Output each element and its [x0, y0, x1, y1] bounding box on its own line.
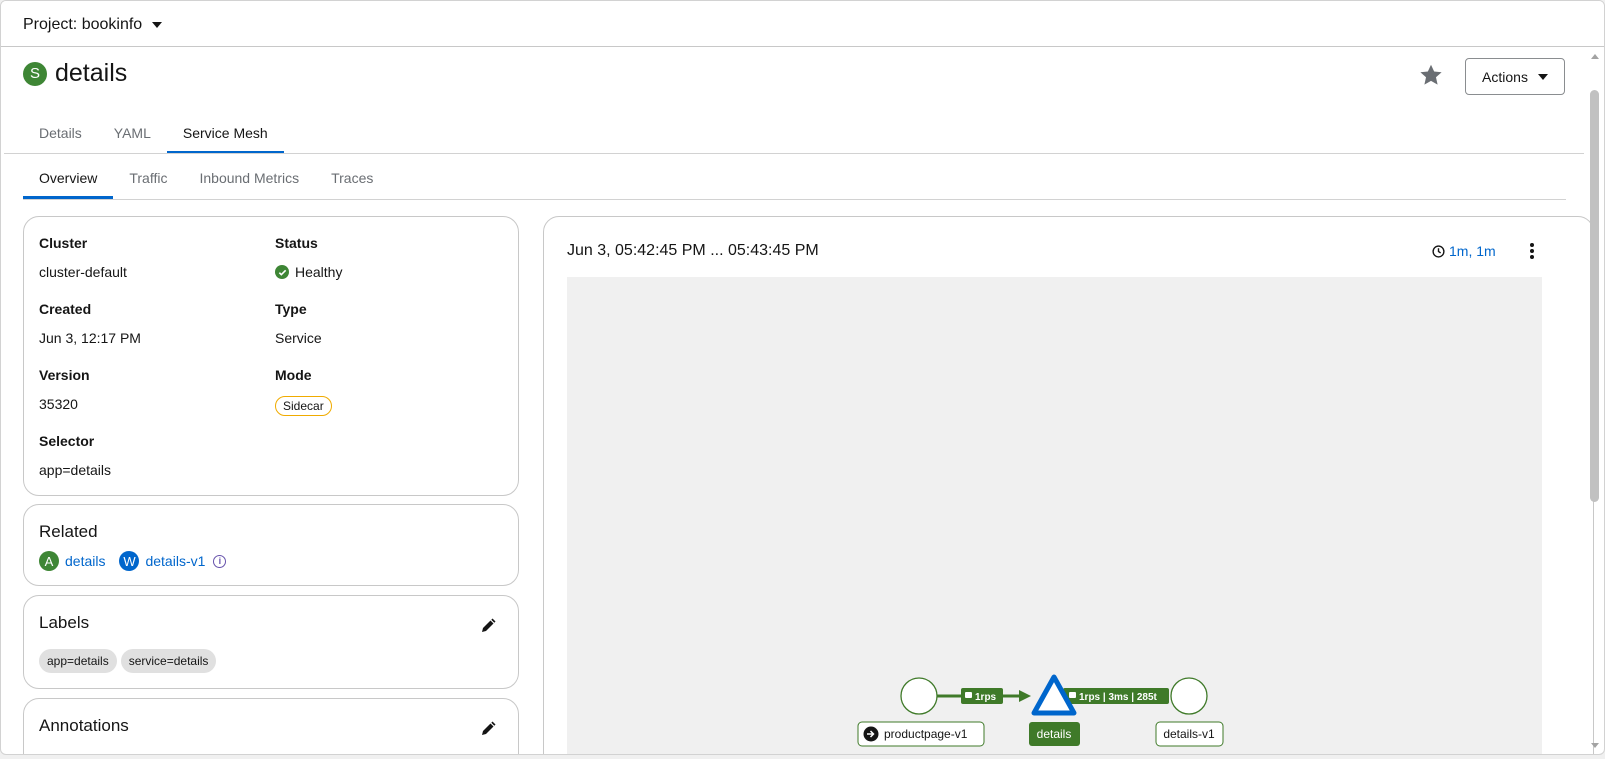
duration-selector[interactable]: 1m, 1m [1432, 243, 1496, 259]
annotations-title: Annotations [39, 716, 129, 735]
productpage-label: productpage-v1 [884, 727, 968, 741]
star-icon[interactable] [1418, 62, 1444, 88]
mode-field: Mode Sidecar [275, 367, 332, 416]
related-workload-link[interactable]: details-v1 [145, 553, 205, 569]
type-label: Type [275, 301, 307, 317]
tab-traces[interactable]: Traces [315, 158, 389, 199]
app-frame: Project: bookinfo S details Actions Deta… [0, 0, 1605, 755]
subtabs-divider [23, 199, 1566, 200]
cluster-label: Cluster [39, 235, 88, 251]
tab-details[interactable]: Details [23, 113, 98, 154]
pencil-icon[interactable] [480, 618, 496, 634]
scroll-up-icon[interactable] [1591, 54, 1599, 59]
tab-inbound-metrics[interactable]: Inbound Metrics [183, 158, 315, 199]
labels-title: Labels [39, 613, 90, 632]
caret-down-icon [152, 22, 163, 28]
project-label: Project: bookinfo [23, 16, 143, 33]
workload-label: details-v1 [1163, 727, 1215, 741]
info-icon[interactable]: i [213, 554, 227, 568]
kebab-menu-icon[interactable] [1523, 241, 1541, 261]
related-card: Related A details W details-v1 i [23, 504, 519, 586]
project-selector[interactable]: Project: bookinfo [23, 16, 163, 34]
tab-yaml[interactable]: YAML [98, 113, 167, 154]
created-label: Created [39, 301, 92, 317]
scroll-thumb[interactable] [1590, 90, 1599, 502]
labels-card: Labels app=details service=details [23, 595, 519, 689]
type-value: Service [275, 330, 322, 346]
workload-node[interactable] [1170, 677, 1208, 715]
mode-badge: Sidecar [275, 396, 332, 416]
selector-value: app=details [39, 462, 112, 478]
traffic-graph-card: Jun 3, 05:42:45 PM ... 05:43:45 PM 1m, 1… [543, 216, 1594, 754]
graph-time-range: Jun 3, 05:42:45 PM ... 05:43:45 PM [567, 242, 819, 259]
version-value: 35320 [39, 396, 78, 412]
mode-label: Mode [275, 367, 312, 383]
related-links: A details W details-v1 i [39, 551, 227, 571]
app-badge: A [39, 551, 59, 571]
service-badge: S [23, 61, 47, 86]
created-value: Jun 3, 12:17 PM [39, 330, 141, 346]
edge-arrowhead [1019, 690, 1031, 702]
created-field: Created Jun 3, 12:17 PM [39, 301, 141, 346]
service-info-card: Cluster cluster-default Status Healthy C… [23, 216, 519, 496]
graph-canvas[interactable]: 1rps 1rps | 3ms | 285t productpage-v1 de… [567, 277, 1542, 754]
duration-value: 1m, 1m [1449, 243, 1496, 259]
selector-label: Selector [39, 433, 95, 449]
mesh-graph: 1rps 1rps | 3ms | 285t productpage-v1 de… [857, 674, 1224, 747]
service-label: details [1037, 727, 1072, 741]
caret-down-icon [1537, 73, 1548, 80]
status-text: Healthy [295, 264, 343, 280]
selector-field: Selector app=details [39, 433, 111, 478]
tab-overview[interactable]: Overview [23, 158, 114, 199]
actions-label: Actions [1482, 68, 1528, 85]
page-title-row: S details [23, 59, 127, 88]
cluster-field: Cluster cluster-default [39, 235, 127, 280]
resource-tabs: Details YAML Service Mesh [23, 113, 284, 154]
edge-out-label: 1rps | 3ms | 285t [1079, 692, 1158, 703]
productpage-node[interactable] [900, 677, 938, 715]
vertical-scrollbar[interactable] [1587, 48, 1604, 754]
type-field: Type Service [275, 301, 322, 346]
actions-button[interactable]: Actions [1465, 58, 1565, 95]
pencil-icon[interactable] [480, 721, 496, 737]
workload-badge: W [119, 551, 140, 571]
tab-service-mesh[interactable]: Service Mesh [166, 113, 284, 154]
project-bar: Project: bookinfo [1, 1, 1604, 47]
cluster-value: cluster-default [39, 264, 127, 280]
status-field: Status Healthy [275, 235, 342, 280]
mesh-subtabs: Overview Traffic Inbound Metrics Traces [23, 158, 389, 199]
related-app-link[interactable]: details [65, 553, 105, 569]
clock-icon [1432, 244, 1445, 258]
tabs-divider [4, 153, 1584, 154]
version-label: Version [39, 367, 90, 383]
label-chip: app=details [39, 649, 117, 673]
lock-icon [965, 692, 972, 698]
lock-icon [1069, 692, 1076, 698]
status-value: Healthy [275, 264, 342, 280]
status-label: Status [275, 235, 318, 251]
check-circle-icon [275, 265, 289, 279]
version-field: Version 35320 [39, 367, 90, 412]
related-title: Related [39, 522, 98, 541]
tab-traffic[interactable]: Traffic [113, 158, 183, 199]
mode-value-wrap: Sidecar [275, 396, 332, 416]
label-chips: app=details service=details [39, 649, 217, 673]
annotations-card: Annotations [23, 698, 519, 754]
scroll-down-icon[interactable] [1591, 743, 1599, 748]
edge-in-label: 1rps [975, 692, 997, 703]
page-title: details [55, 59, 128, 87]
label-chip: service=details [120, 649, 217, 673]
